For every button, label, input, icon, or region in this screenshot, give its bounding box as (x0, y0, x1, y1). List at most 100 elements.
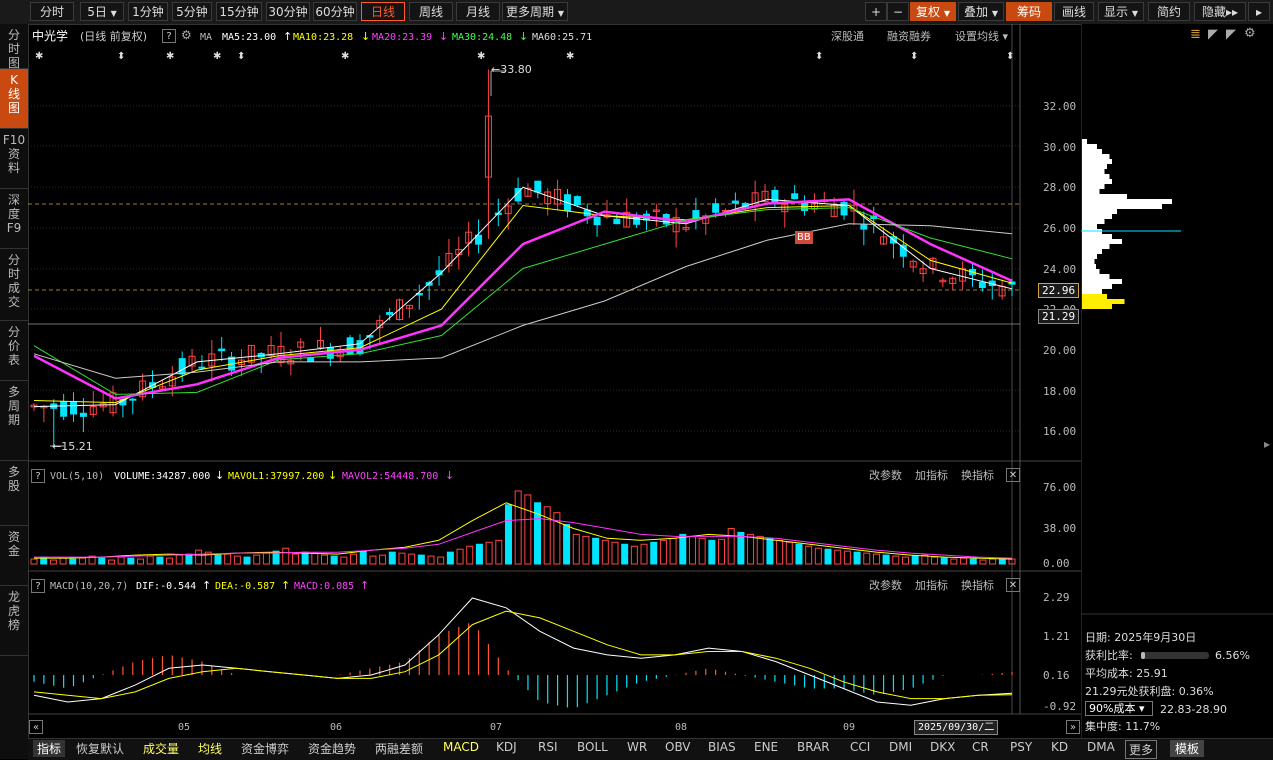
event-diamond-icon[interactable]: ⬍ (910, 50, 918, 63)
vol-switch-indicator[interactable]: 换指标 (961, 469, 994, 482)
indicator-tab-main[interactable]: 指标 (33, 740, 66, 757)
indicator-reset[interactable]: 恢复默认 (76, 740, 124, 757)
indicator-cr[interactable]: CR (972, 740, 989, 754)
indicator-bias[interactable]: BIAS (708, 740, 736, 754)
vol-change-params[interactable]: 改参数 (869, 469, 902, 482)
tab-price-table[interactable]: 分 价 表 (0, 321, 28, 381)
help-icon[interactable]: ? (31, 579, 45, 593)
event-star-icon[interactable]: ✱ (341, 50, 349, 63)
overlay-button[interactable]: 叠加 ▼ (958, 2, 1004, 21)
indicator-kdj[interactable]: KDJ (496, 740, 517, 754)
period-tab-60min[interactable]: 60分钟 (313, 2, 357, 21)
period-tab-weekly[interactable]: 周线 (409, 2, 453, 21)
tab-dragon-tiger[interactable]: 龙 虎 榜 (0, 586, 28, 656)
tab-tick[interactable]: 分 时 成 交 (0, 249, 28, 321)
indicator-template[interactable]: 模板 (1170, 740, 1205, 757)
period-tab-1min[interactable]: 1分钟 (128, 2, 168, 21)
indicator-fund-game[interactable]: 资金博弈 (241, 740, 289, 757)
bb-marker[interactable]: BB (795, 231, 813, 244)
event-star-icon[interactable]: ✱ (166, 50, 174, 63)
display-button[interactable]: 显示 ▼ (1098, 2, 1144, 21)
zoom-out-button[interactable]: − (887, 2, 909, 21)
close-icon[interactable]: ✕ (1006, 468, 1020, 482)
indicator-volume[interactable]: 成交量 (143, 740, 179, 757)
indicator-fund-trend[interactable]: 资金趋势 (308, 740, 356, 757)
period-tab-5day[interactable]: 5日 ▼ (80, 2, 124, 21)
event-star-icon[interactable]: ✱ (566, 50, 574, 63)
macd-lines (33, 597, 1013, 706)
chips-button[interactable]: 筹码 (1006, 2, 1052, 21)
macd-change-params[interactable]: 改参数 (869, 579, 902, 592)
macd-switch-indicator[interactable]: 换指标 (961, 579, 994, 592)
simple-button[interactable]: 简约 (1148, 2, 1190, 21)
cost-percent-select[interactable]: 90%成本 ▾ (1085, 701, 1153, 716)
chip-mode-icon[interactable]: ≣ (1190, 28, 1201, 41)
more-right-arrow-icon[interactable]: ▸ (1248, 2, 1270, 21)
scroll-right-icon[interactable]: » (1066, 720, 1080, 734)
chip-flag-icon[interactable]: ◤ (1208, 28, 1218, 41)
indicator-boll[interactable]: BOLL (577, 740, 608, 754)
event-star-icon[interactable]: ✱ (477, 50, 485, 63)
indicator-dma[interactable]: DMA (1087, 740, 1115, 754)
link-hk-connect[interactable]: 深股通 (831, 30, 864, 43)
tab-kline[interactable]: K 线 图 (0, 69, 28, 129)
candle-body (692, 210, 700, 219)
event-diamond-icon[interactable]: ⬍ (815, 50, 823, 63)
chip-flag2-icon[interactable]: ◤ (1226, 28, 1236, 41)
event-diamond-icon[interactable]: ⬍ (1006, 50, 1014, 63)
draw-line-button[interactable]: 画线 (1054, 2, 1094, 21)
tab-f10[interactable]: F10 资 料 (0, 129, 28, 189)
indicator-kd[interactable]: KD (1051, 740, 1068, 754)
event-diamond-icon[interactable]: ⬍ (237, 50, 245, 63)
tab-multi-stock[interactable]: 多 股 (0, 461, 28, 526)
event-diamond-icon[interactable]: ⬍ (117, 50, 125, 63)
period-tab-daily[interactable]: 日线 (361, 2, 405, 21)
indicator-ene[interactable]: ENE (754, 740, 778, 754)
volume-bar (582, 535, 590, 565)
kline-chart[interactable] (28, 24, 1081, 738)
period-tab-more[interactable]: 更多周期 ▼ (502, 2, 568, 21)
display-label: 显示 (1104, 5, 1129, 19)
indicator-wr[interactable]: WR (627, 740, 647, 754)
chip-bar (1082, 139, 1087, 144)
period-tab-timeshare[interactable]: 分时 (30, 2, 74, 21)
indicator-ma[interactable]: 均线 (198, 740, 222, 757)
tab-timeshare[interactable]: 分 时 图 (0, 24, 28, 70)
settings-gear-icon[interactable]: ⚙ (1244, 27, 1256, 40)
indicator-cci[interactable]: CCI (850, 740, 870, 754)
indicator-dkx[interactable]: DKX (930, 740, 955, 754)
period-tab-monthly[interactable]: 月线 (456, 2, 500, 21)
indicator-rsi[interactable]: RSI (538, 740, 558, 754)
adjust-button[interactable]: 复权 ▼ (910, 2, 956, 21)
collapse-panel-icon[interactable]: ▸ (1264, 438, 1270, 451)
help-icon[interactable]: ? (162, 29, 176, 43)
volume-bar (195, 549, 203, 565)
indicator-brar[interactable]: BRAR (797, 740, 830, 754)
period-tab-15min[interactable]: 15分钟 (216, 2, 262, 21)
tab-multi-period[interactable]: 多 周 期 (0, 381, 28, 461)
indicator-margin-diff[interactable]: 两融差额 (375, 740, 423, 757)
close-icon[interactable]: ✕ (1006, 578, 1020, 592)
period-tab-5min[interactable]: 5分钟 (172, 2, 212, 21)
tab-funds[interactable]: 资 金 (0, 526, 28, 586)
scroll-left-icon[interactable]: « (29, 720, 43, 734)
zoom-in-button[interactable]: + (865, 2, 887, 21)
link-margin[interactable]: 融资融券 (887, 30, 931, 43)
vol-add-indicator[interactable]: 加指标 (915, 469, 948, 482)
indicator-obv[interactable]: OBV (665, 740, 691, 754)
event-star-icon[interactable]: ✱ (35, 50, 43, 63)
tab-depth[interactable]: 深 度 F9 (0, 189, 28, 249)
hide-button[interactable]: 隐藏▸▸ (1194, 2, 1246, 21)
indicator-macd[interactable]: MACD (443, 740, 479, 754)
macd-add-indicator[interactable]: 加指标 (915, 579, 948, 592)
help-icon[interactable]: ? (31, 469, 45, 483)
settings-gear-icon[interactable]: ⚙ (181, 29, 192, 42)
indicator-dmi[interactable]: DMI (889, 740, 912, 754)
link-set-ma[interactable]: 设置均线 ▾ (955, 30, 1008, 43)
indicator-more[interactable]: 更多 (1125, 740, 1158, 759)
event-star-icon[interactable]: ✱ (213, 50, 221, 63)
indicator-psy[interactable]: PSY (1010, 740, 1032, 754)
low-price-label: ←15.21 (52, 440, 93, 453)
chip-bar (1082, 274, 1110, 279)
period-tab-30min[interactable]: 30分钟 (266, 2, 310, 21)
